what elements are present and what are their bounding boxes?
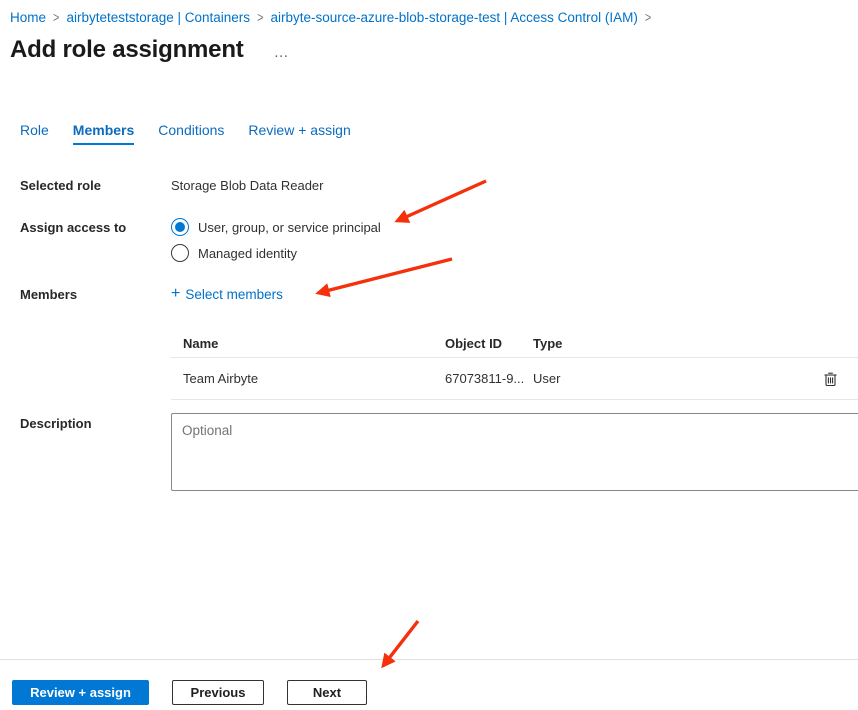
assign-access-to-radio-group: User, group, or service principal Manage… (171, 214, 381, 266)
column-header-object-id: Object ID (445, 336, 533, 351)
tab-bar: Role Members Conditions Review + assign (20, 122, 351, 145)
breadcrumb-access-control-iam[interactable]: airbyte-source-azure-blob-storage-test |… (271, 10, 638, 25)
footer-actions: Review + assign Previous Next (12, 680, 367, 705)
plus-icon: + (171, 286, 180, 302)
breadcrumb-separator: > (257, 10, 263, 25)
tab-members[interactable]: Members (73, 122, 134, 145)
breadcrumb-separator: > (645, 10, 651, 25)
selected-role-label: Selected role (20, 178, 101, 193)
members-table-header: Name Object ID Type (171, 330, 858, 358)
radio-managed-identity[interactable]: Managed identity (171, 240, 381, 266)
selected-role-value: Storage Blob Data Reader (171, 178, 323, 193)
description-label: Description (20, 416, 92, 431)
review-assign-button[interactable]: Review + assign (12, 680, 149, 705)
tab-review-assign[interactable]: Review + assign (248, 122, 350, 145)
member-type: User (533, 371, 802, 386)
more-options-icon[interactable]: … (274, 44, 290, 64)
select-members-label: Select members (185, 287, 283, 302)
breadcrumb: Home > airbyteteststorage | Containers >… (10, 10, 651, 25)
page-title: Add role assignment (10, 36, 244, 64)
arrow-to-user-group-radio (397, 181, 486, 221)
radio-user-group-service-principal[interactable]: User, group, or service principal (171, 214, 381, 240)
radio-label: User, group, or service principal (198, 220, 381, 235)
description-textarea[interactable] (171, 413, 858, 491)
member-name: Team Airbyte (171, 371, 445, 386)
radio-label: Managed identity (198, 246, 297, 261)
assign-access-to-label: Assign access to (20, 220, 126, 235)
radio-selected-icon (171, 218, 189, 236)
previous-button[interactable]: Previous (172, 680, 264, 705)
column-header-type: Type (533, 336, 802, 351)
table-row: Team Airbyte 67073811-9... User (171, 358, 858, 400)
breadcrumb-home[interactable]: Home (10, 10, 46, 25)
page-header: Add role assignment … (10, 36, 290, 64)
select-members-link[interactable]: + Select members (171, 286, 283, 302)
members-label: Members (20, 287, 77, 302)
footer-divider (0, 659, 858, 660)
add-role-assignment-page: Home > airbyteteststorage | Containers >… (0, 0, 858, 710)
member-object-id: 67073811-9... (445, 371, 533, 386)
members-table: Name Object ID Type Team Airbyte 6707381… (171, 330, 858, 400)
radio-unselected-icon (171, 244, 189, 262)
trash-icon (823, 371, 838, 387)
next-button[interactable]: Next (287, 680, 367, 705)
tab-conditions[interactable]: Conditions (158, 122, 224, 145)
delete-member-button[interactable] (821, 369, 840, 389)
breadcrumb-separator: > (53, 10, 59, 25)
tab-role[interactable]: Role (20, 122, 49, 145)
breadcrumb-storage-containers[interactable]: airbyteteststorage | Containers (66, 10, 250, 25)
column-header-name: Name (171, 336, 445, 351)
